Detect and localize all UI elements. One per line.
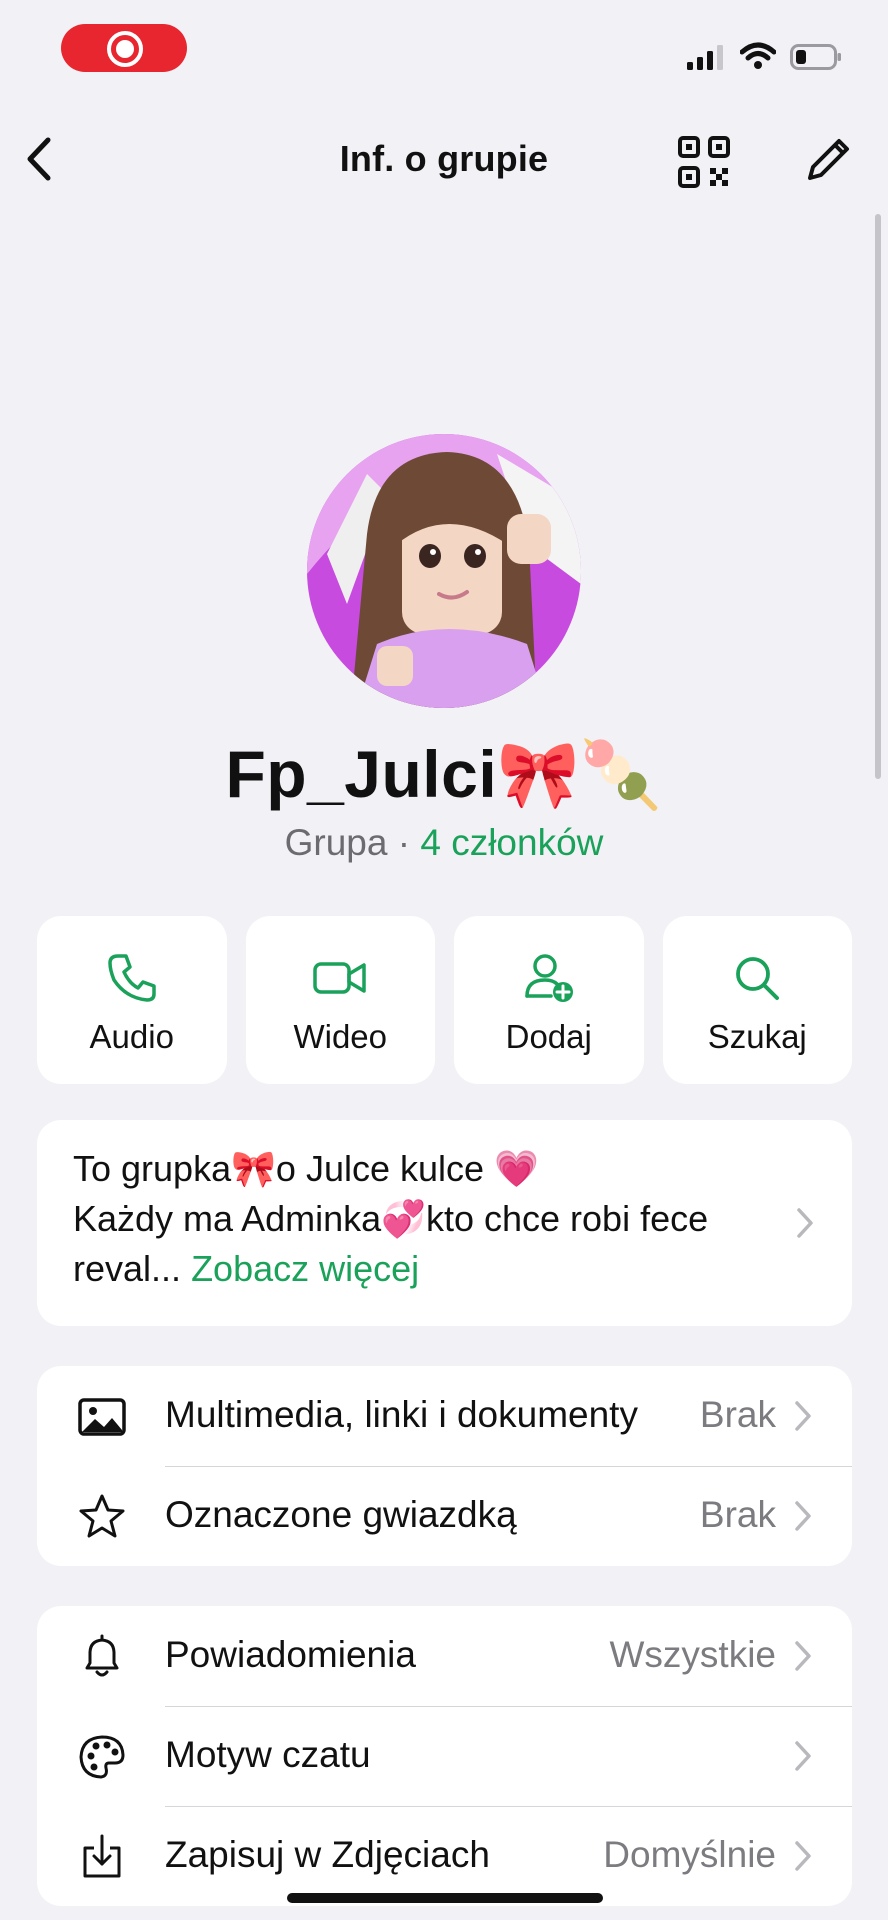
row-label: Zapisuj w Zdjęciach	[165, 1834, 490, 1875]
chevron-right-icon	[795, 1841, 811, 1871]
row-value: Wszystkie	[609, 1634, 777, 1675]
media-card: Multimedia, linki i dokumenty Brak Oznac…	[37, 1366, 852, 1566]
row-label: Oznaczone gwiazdką	[165, 1494, 517, 1535]
wifi-icon	[740, 42, 776, 69]
row-value: Brak	[699, 1494, 776, 1535]
description-line-2: Każdy ma Adminka💞kto chce robi fece	[73, 1198, 709, 1239]
group-name: Fp_Julci🎀🍡	[225, 737, 663, 811]
battery-icon	[790, 44, 841, 70]
page-title: Inf. o grupie	[339, 138, 549, 179]
chevron-right-icon	[795, 1501, 811, 1531]
row-value: Domyślnie	[603, 1834, 776, 1875]
row-value: Brak	[699, 1394, 776, 1435]
starred-messages-row[interactable]: Oznaczone gwiazdką Brak	[37, 1466, 852, 1566]
record-dot-icon	[116, 40, 134, 58]
avatar-image	[307, 434, 581, 708]
star-icon	[79, 1494, 125, 1538]
chevron-right-icon	[795, 1741, 811, 1771]
audio-label: Audio	[89, 1018, 174, 1055]
home-indicator[interactable]	[287, 1893, 603, 1903]
edit-pencil-icon[interactable]	[800, 132, 856, 188]
palette-icon	[79, 1735, 125, 1779]
chevron-right-icon	[795, 1401, 811, 1431]
notifications-row[interactable]: Powiadomienia Wszystkie	[37, 1606, 852, 1706]
video-label: Wideo	[293, 1018, 388, 1055]
video-call-button[interactable]: Wideo	[245, 916, 435, 1084]
video-icon	[313, 962, 366, 994]
add-label: Dodaj	[505, 1018, 592, 1055]
add-person-icon	[525, 954, 573, 1002]
scrollbar[interactable]	[875, 214, 881, 779]
see-more-link[interactable]: Zobacz więcej	[191, 1248, 419, 1289]
group-subtitle: Grupa · 4 członków	[0, 822, 888, 864]
row-label: Multimedia, linki i dokumenty	[165, 1394, 638, 1435]
row-label: Motyw czatu	[165, 1734, 371, 1775]
audio-call-button[interactable]: Audio	[37, 916, 227, 1084]
description-line-1: To grupka🎀o Julce kulce 💗	[73, 1148, 539, 1189]
photo-icon	[78, 1398, 126, 1436]
add-member-button[interactable]: Dodaj	[454, 916, 644, 1084]
cellular-signal-icon	[687, 45, 723, 70]
row-label: Powiadomienia	[165, 1634, 416, 1675]
search-icon	[736, 957, 780, 1000]
quick-actions: Audio Wideo Dodaj Szukaj	[37, 916, 852, 1084]
screen-recording-indicator[interactable]	[61, 24, 187, 72]
description-truncated: reval...	[73, 1248, 182, 1289]
chat-theme-row[interactable]: Motyw czatu	[37, 1706, 852, 1806]
status-bar	[0, 0, 888, 100]
group-avatar[interactable]	[307, 434, 581, 708]
search-button[interactable]: Szukaj	[662, 916, 852, 1084]
members-link[interactable]: 4 członków	[420, 822, 603, 863]
bell-icon	[85, 1634, 119, 1677]
chevron-right-icon	[797, 1208, 813, 1238]
search-label: Szukaj	[707, 1018, 807, 1055]
description-line-3: reval... Zobacz więcej	[73, 1244, 793, 1294]
download-icon	[83, 1834, 121, 1878]
settings-card: Powiadomienia Wszystkie Motyw czatu Zapi…	[37, 1606, 852, 1906]
group-description-card[interactable]: To grupka🎀o Julce kulce 💗 Każdy ma Admin…	[37, 1120, 852, 1326]
subtitle-separator: ·	[387, 822, 421, 863]
save-to-photos-row[interactable]: Zapisuj w Zdjęciach Domyślnie	[37, 1806, 852, 1906]
group-description: To grupka🎀o Julce kulce 💗 Każdy ma Admin…	[73, 1144, 793, 1294]
navigation-bar: Inf. o grupie	[0, 110, 888, 210]
chevron-right-icon	[795, 1641, 811, 1671]
qr-code-icon[interactable]	[676, 134, 732, 190]
media-links-docs-row[interactable]: Multimedia, linki i dokumenty Brak	[37, 1366, 852, 1466]
group-type-label: Grupa	[284, 822, 388, 863]
phone-icon	[108, 954, 156, 1002]
